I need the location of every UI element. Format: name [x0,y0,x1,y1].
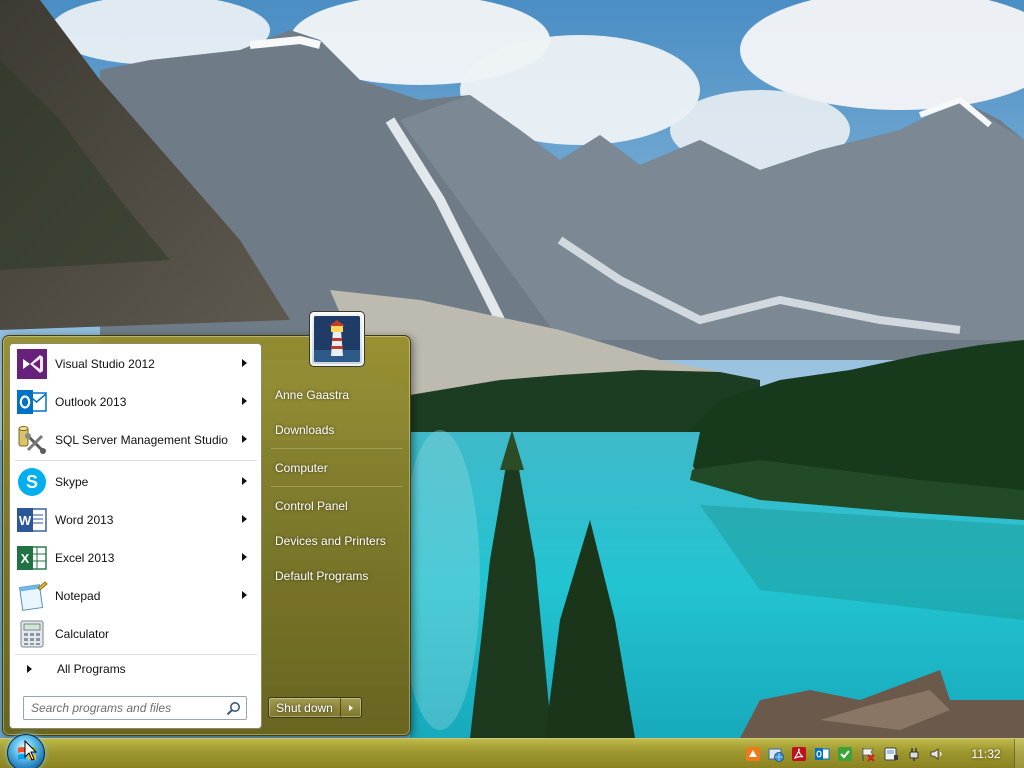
program-label: Outlook 2013 [55,395,127,409]
program-label: Notepad [55,589,101,603]
all-programs-label: All Programs [57,662,126,676]
sql-server-icon [18,426,46,454]
jump-list-arrow[interactable] [242,397,247,405]
jump-list-arrow[interactable] [242,435,247,443]
user-avatar [314,316,360,362]
menu-default-programs[interactable]: Default Programs [267,562,407,589]
excel-icon: X [17,546,47,570]
user-picture[interactable] [309,311,365,367]
acrobat-icon[interactable] [791,746,807,762]
svg-text:S: S [26,472,38,492]
search-icon[interactable] [226,701,241,716]
visual-studio-icon [17,349,47,379]
menu-control-panel[interactable]: Control Panel [267,492,407,519]
network-globe-icon[interactable] [768,746,784,762]
program-label: Excel 2013 [55,551,115,565]
volume-icon[interactable] [929,746,945,762]
program-label: SQL Server Management Studio [55,433,228,447]
program-label: Calculator [55,627,110,641]
action-center-flag-icon[interactable] [860,746,876,762]
notepad-icon [19,581,48,611]
power-plug-icon[interactable] [906,746,922,762]
search-box[interactable] [23,696,247,720]
menu-downloads[interactable]: Downloads [267,416,407,443]
jump-list-arrow[interactable] [242,515,247,523]
menu-computer[interactable]: Computer [267,454,407,481]
shutdown-button[interactable]: Shut down [269,698,340,717]
program-notepad[interactable]: Notepad [13,578,259,614]
arrow-right-icon [349,704,353,711]
all-programs-button[interactable]: All Programs [13,656,259,682]
program-label: Skype [55,475,89,489]
green-check-icon[interactable] [837,746,853,762]
program-sql-server[interactable]: SQL Server Management Studio [13,422,259,458]
pinned-separator [15,460,257,461]
taskbar-clock[interactable]: 11:32 [958,747,1014,761]
svg-text:W: W [19,513,32,528]
shutdown-button-group: Shut down [268,697,362,718]
menu-user-folder[interactable]: Anne Gaastra [267,381,407,408]
all-programs-arrow-icon [27,665,32,673]
outlook-icon [17,390,47,414]
search-input[interactable] [31,699,221,717]
start-menu: Visual Studio 2012 Outlook 2013 SQL Serv… [2,311,411,736]
jump-list-arrow[interactable] [242,359,247,367]
program-outlook[interactable]: Outlook 2013 [13,384,259,420]
right-separator [271,486,403,487]
svg-text:X: X [21,551,30,566]
jump-list-arrow[interactable] [242,477,247,485]
system-tray: 11:32 [745,739,1024,768]
lighthouse-icon [314,316,360,362]
program-skype[interactable]: S Skype [13,464,259,500]
program-visual-studio[interactable]: Visual Studio 2012 [13,346,259,382]
program-word[interactable]: W Word 2013 [13,502,259,538]
menu-devices-and-printers[interactable]: Devices and Printers [267,527,407,554]
jump-list-arrow[interactable] [242,591,247,599]
program-label: Visual Studio 2012 [55,357,155,371]
programs-pane: Visual Studio 2012 Outlook 2013 SQL Serv… [9,343,262,729]
program-excel[interactable]: X Excel 2013 [13,540,259,576]
calculator-icon [20,620,44,648]
all-programs-separator [15,654,257,655]
outlook-tray-icon[interactable] [814,746,830,762]
right-separator [271,448,403,449]
mouse-cursor-icon [24,740,38,761]
device-icon[interactable] [883,746,899,762]
program-label: Word 2013 [55,513,114,527]
jump-list-arrow[interactable] [242,553,247,561]
shutdown-options-button[interactable] [341,698,361,717]
orange-app-icon[interactable] [745,746,761,762]
skype-icon: S [18,468,46,496]
taskbar: 11:32 [0,734,1024,768]
show-desktop-button[interactable] [1014,739,1024,768]
program-calculator[interactable]: Calculator [13,616,259,652]
word-icon: W [17,508,47,532]
